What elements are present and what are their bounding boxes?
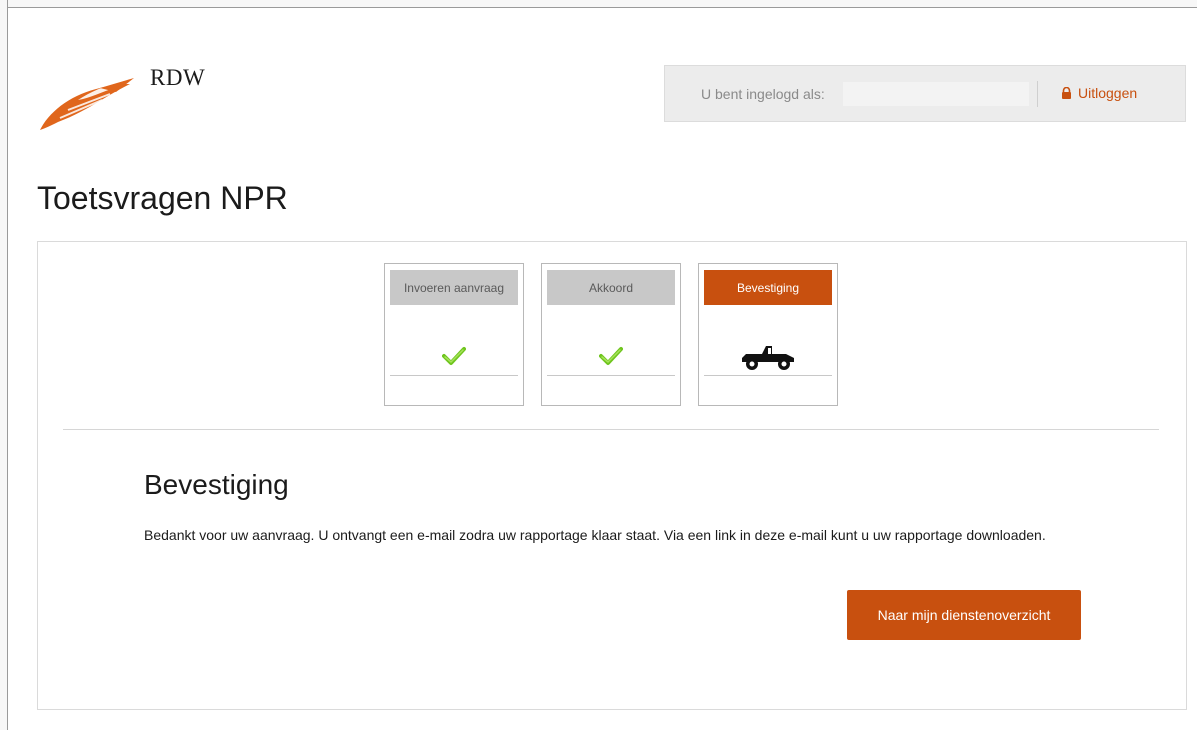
window-frame-top: [0, 0, 1197, 8]
step-divider: [547, 375, 675, 376]
login-label: U bent ingelogd als:: [701, 86, 825, 102]
logout-label: Uitloggen: [1078, 85, 1138, 101]
step-label: Akkoord: [547, 270, 675, 305]
step-label: Invoeren aanvraag: [390, 270, 518, 305]
brand-name: RDW: [150, 65, 206, 90]
step-divider: [390, 375, 518, 376]
check-icon: [385, 346, 523, 371]
confirmation-title: Bevestiging: [144, 469, 289, 500]
check-icon: [542, 346, 680, 371]
rdw-feather-icon: [40, 78, 134, 130]
lock-icon: [1061, 86, 1072, 102]
section-divider: [63, 429, 1159, 430]
step-label: Bevestiging: [704, 270, 832, 305]
step-bevestiging: Bevestiging: [698, 263, 838, 406]
step-akkoord: Akkoord: [541, 263, 681, 406]
logged-in-username: [843, 82, 1029, 106]
content-panel: Invoeren aanvraag Akkoord Bevestiging Be…: [37, 241, 1187, 710]
step-divider: [704, 375, 832, 376]
jeep-icon: [699, 342, 837, 377]
page-title: Toetsvragen NPR: [37, 180, 288, 216]
confirmation-text: Bedankt voor uw aanvraag. U ontvangt een…: [144, 527, 1046, 543]
step-invoeren-aanvraag: Invoeren aanvraag: [384, 263, 524, 406]
window-frame-left: [0, 0, 8, 730]
services-overview-button[interactable]: Naar mijn dienstenoverzicht: [847, 590, 1081, 640]
rdw-logo[interactable]: RDW: [38, 62, 238, 132]
separator: [1037, 81, 1038, 107]
login-status-bar: U bent ingelogd als: Uitloggen: [664, 65, 1186, 122]
logout-link[interactable]: Uitloggen: [1061, 85, 1137, 102]
